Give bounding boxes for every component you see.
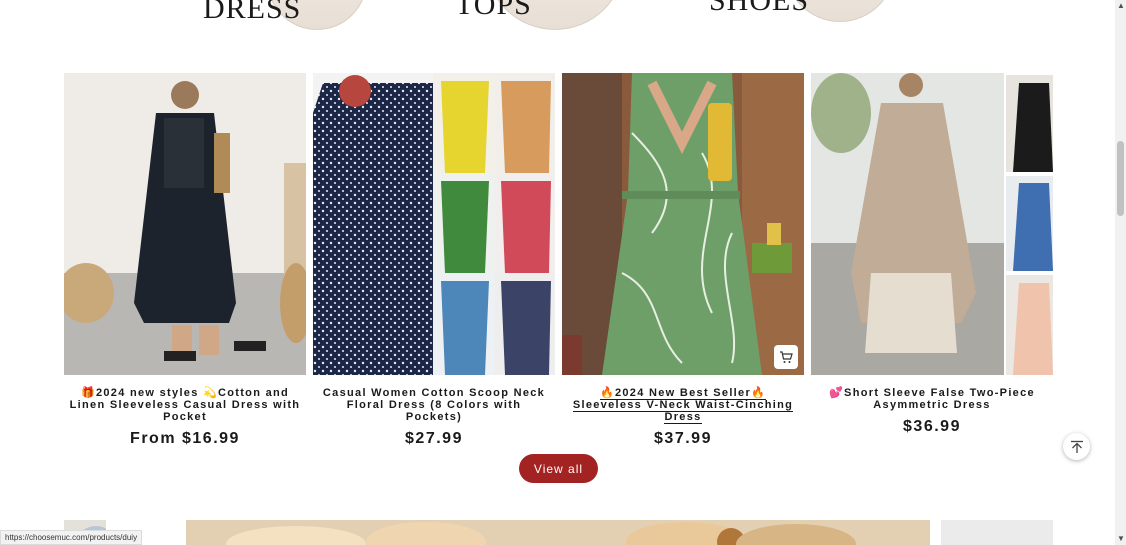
product-card[interactable]: Casual Women Cotton Scoop Neck Floral Dr… (313, 73, 555, 448)
bottom-banner-right[interactable] (941, 520, 1053, 545)
product-title-text[interactable]: 🔥2024 New Best Seller🔥Sleeveless V-Neck … (572, 387, 794, 424)
category-dress-banner[interactable]: DRESS (195, 0, 375, 32)
product-photo (562, 73, 804, 375)
bottom-banner-main[interactable] (186, 520, 930, 545)
add-to-cart-button[interactable] (774, 345, 798, 369)
banner-photo (186, 520, 930, 545)
product-photo (313, 73, 555, 375)
scrollbar-thumb[interactable] (1117, 141, 1124, 216)
product-image[interactable] (811, 73, 1053, 375)
product-price: From $16.99 (130, 430, 240, 447)
product-image[interactable] (313, 73, 555, 375)
scroll-down-arrow-icon[interactable]: ▼ (1117, 535, 1125, 543)
vertical-scrollbar[interactable]: ▲ ▼ (1115, 0, 1126, 545)
category-label: SHOES (709, 0, 810, 17)
product-title[interactable]: 🔥2024 New Best Seller🔥Sleeveless V-Neck … (562, 387, 804, 424)
status-bar-url: https://choosemuc.com/products/duiy (0, 530, 143, 545)
category-shoes-banner[interactable]: SHOES (705, 0, 905, 32)
category-label: DRESS (203, 0, 302, 25)
product-image[interactable] (64, 73, 306, 375)
product-card[interactable]: 🔥2024 New Best Seller🔥Sleeveless V-Neck … (562, 73, 804, 448)
banner-photo (941, 520, 1053, 545)
cart-icon (780, 350, 793, 363)
back-to-top-button[interactable] (1063, 433, 1090, 460)
product-photo (811, 73, 1053, 375)
product-image[interactable] (562, 73, 804, 375)
product-title[interactable]: Casual Women Cotton Scoop Neck Floral Dr… (313, 387, 555, 423)
product-price: $27.99 (405, 430, 463, 447)
arrow-up-icon (1070, 440, 1083, 453)
view-all-button[interactable]: View all (519, 454, 598, 483)
category-label: TOPS (455, 0, 532, 21)
category-tops-banner[interactable]: TOPS (445, 0, 635, 32)
product-title[interactable]: 💕Short Sleeve False Two-Piece Asymmetric… (811, 387, 1053, 411)
product-title[interactable]: 🎁2024 new styles 💫Cotton and Linen Sleev… (64, 387, 306, 423)
product-price: $37.99 (654, 430, 712, 447)
product-card[interactable]: 💕Short Sleeve False Two-Piece Asymmetric… (811, 73, 1053, 436)
scroll-up-arrow-icon[interactable]: ▲ (1117, 2, 1125, 10)
product-photo (64, 73, 306, 375)
product-price: $36.99 (903, 418, 961, 435)
product-card[interactable]: 🎁2024 new styles 💫Cotton and Linen Sleev… (64, 73, 306, 448)
